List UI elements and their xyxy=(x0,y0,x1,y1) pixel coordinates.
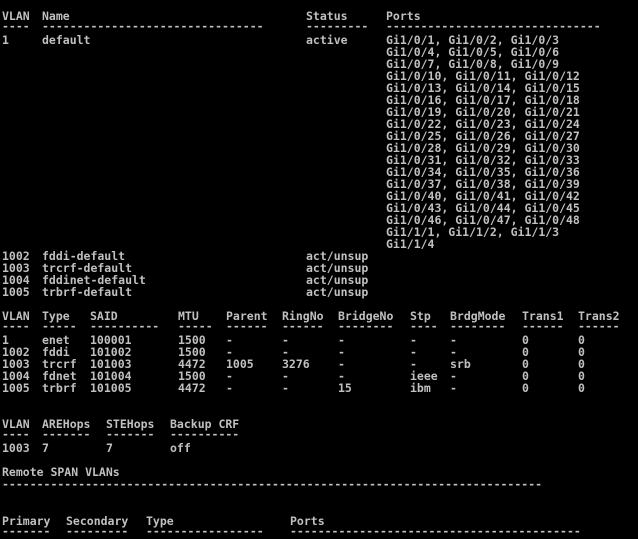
vlan-detail-cell-type: trbrf xyxy=(42,381,77,395)
vlan-detail-underline-bridgeno: -------- xyxy=(338,319,394,333)
vlan-detail-cell-trans2: 0 xyxy=(578,381,585,395)
are-hops-row: 1003 7 7 off xyxy=(2,442,638,454)
are-hops-underline-backup: ---------- xyxy=(170,427,240,441)
vlan-brief-cell-vlan: 1 xyxy=(2,33,9,47)
vlan-detail-underline-vlan: ---- xyxy=(2,319,30,333)
vlan-detail-cell-said: 101005 xyxy=(90,381,132,395)
vlan-brief-cell-status: act/unsup xyxy=(306,285,369,299)
private-vlan-underline-secondary: --------- xyxy=(66,524,129,538)
are-hops-underline-arehops: ------- xyxy=(42,427,91,441)
vlan-detail-row: 1005 trbrf 101005 4472 - - 15 ibm - 0 0 xyxy=(2,382,638,394)
vlan-detail-underline-trans1: ------ xyxy=(522,319,564,333)
are-hops-cell-stehops: 7 xyxy=(106,441,113,455)
vlan-brief-underline-row: ---- -------------------------------- ----… xyxy=(2,20,638,32)
remote-span-underline: ----------------------------------------… xyxy=(2,477,543,491)
vlan-detail-underline-stp: ---- xyxy=(410,319,438,333)
vlan-detail-cell-bridgeno: 15 xyxy=(338,381,352,395)
vlan-detail-underline-row: ---- ----- ---------- ----- ------ ------ ----… xyxy=(2,320,638,332)
private-vlan-underline-type: ----------------- xyxy=(146,524,264,538)
vlan-detail-cell-ringno: - xyxy=(282,381,289,395)
vlan-brief-underline-ports: ------------------------------- xyxy=(386,19,601,33)
vlan-brief-cell-vlan: 1005 xyxy=(2,285,30,299)
vlan-detail-underline-said: ---------- xyxy=(90,319,160,333)
vlan-detail-cell-parent: - xyxy=(226,381,233,395)
vlan-brief-cell-name: trbrf-default xyxy=(42,285,133,299)
vlan-detail-underline-mtu: ----- xyxy=(178,319,213,333)
vlan-brief-row: Gi1/1/1, Gi1/1/2, Gi1/1/3 xyxy=(2,226,638,238)
vlan-detail-underline-type: ----- xyxy=(42,319,77,333)
vlan-brief-cell-ports: Gi1/1/4 xyxy=(386,237,435,251)
are-hops-cell-backup: off xyxy=(170,441,191,455)
vlan-detail-cell-stp: ibm xyxy=(410,381,431,395)
vlan-detail-underline-brdgmode: -------- xyxy=(450,319,506,333)
private-vlan-underline-ports: ----------------------------------------… xyxy=(290,524,581,538)
are-hops-cell-vlan: 1003 xyxy=(2,441,30,455)
vlan-detail-cell-mtu: 4472 xyxy=(178,381,206,395)
vlan-detail-underline-trans2: ------ xyxy=(578,319,620,333)
vlan-detail-cell-brdgmode: - xyxy=(450,381,457,395)
vlan-detail-underline-parent: ------ xyxy=(226,319,268,333)
vlan-detail-cell-vlan: 1005 xyxy=(2,381,30,395)
vlan-brief-underline-vlan: ---- xyxy=(2,19,30,33)
vlan-detail-underline-ringno: ------ xyxy=(282,319,324,333)
vlan-brief-row: 1005 trbrf-default act/unsup xyxy=(2,286,638,298)
are-hops-underline-stehops: ------- xyxy=(106,427,155,441)
private-vlan-underline-row: ------- --------- ----------------- -------… xyxy=(2,525,638,537)
vlan-brief-underline-name: -------------------------------- xyxy=(42,19,264,33)
vlan-brief-cell-name: default xyxy=(42,33,91,47)
remote-span-underline-row: ----------------------------------------… xyxy=(2,478,638,490)
vlan-brief-underline-status: --------- xyxy=(306,19,369,33)
private-vlan-underline-primary: ------- xyxy=(2,524,51,538)
vlan-detail-cell-trans1: 0 xyxy=(522,381,529,395)
are-hops-underline-vlan: ---- xyxy=(2,427,30,441)
terminal-window[interactable]: VLAN Name Status Ports ---- -----------------… xyxy=(0,0,638,539)
are-hops-cell-arehops: 7 xyxy=(42,441,49,455)
vlan-brief-cell-status: active xyxy=(306,33,348,47)
are-hops-underline-row: ---- ------- ------- ---------- xyxy=(2,428,638,440)
